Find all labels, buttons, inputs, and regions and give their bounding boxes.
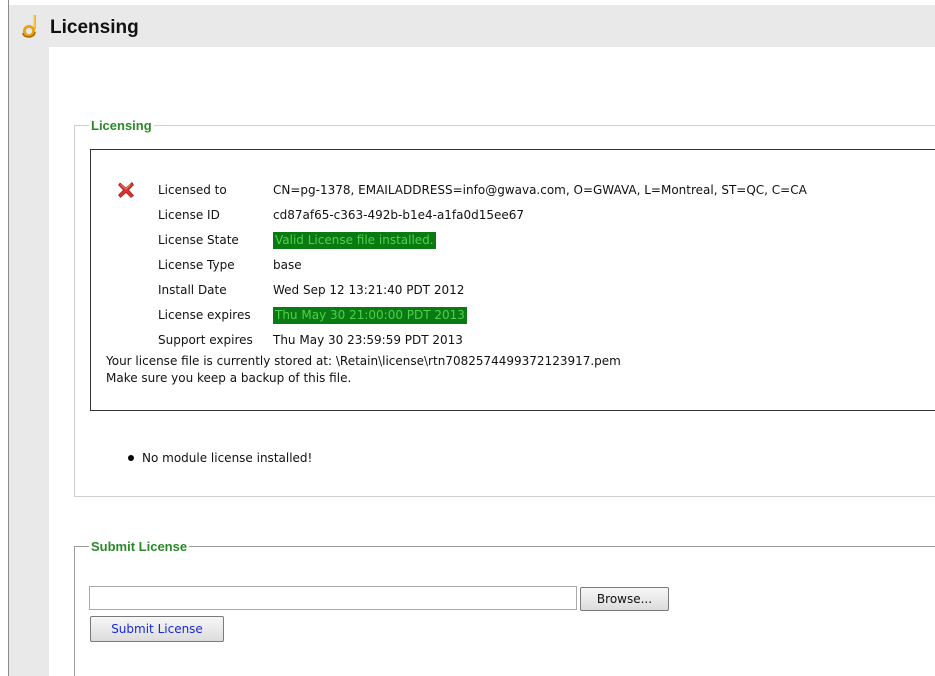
license-row-label: License ID [158,207,220,222]
red-x-icon [118,181,134,198]
browse-button[interactable]: Browse... [580,587,669,611]
licensing-legend: Licensing [91,118,152,133]
backup-reminder-text: Make sure you keep a backup of this file… [106,371,352,385]
license-row-value-cell: cd87af65-c363-492b-b1e4-a1fa0d15ee67 [273,202,807,227]
storage-path-text: Your license file is currently stored at… [106,354,621,368]
license-row-label: License expires [158,307,251,322]
license-row-value-cell: base [273,252,807,277]
license-storage-note: Your license file is currently stored at… [106,353,621,387]
license-row-value: base [273,257,302,272]
license-row: Support expires Thu May 30 23:59:59 PDT 2… [113,327,807,352]
title-bar: Licensing [9,5,935,47]
bullet-icon [128,454,134,461]
page-title: Licensing [50,17,139,38]
submit-license-legend: Submit License [91,539,188,554]
license-row-label: License Type [158,257,235,272]
license-row-value: Thu May 30 21:00:00 PDT 2013 [273,306,467,324]
license-row-label: Install Date [158,282,227,297]
license-row: License Type base [113,252,807,277]
license-row: License State Valid License file installe… [113,227,807,252]
license-row: License ID cd87af65-c363-492b-b1e4-a1fa0d… [113,202,807,227]
license-row-value-cell: Thu May 30 23:59:59 PDT 2013 [273,327,807,352]
module-license-text: No module license installed! [142,451,313,465]
status-icon-cell [113,327,158,352]
license-row-value-cell: Thu May 30 21:00:00 PDT 2013 [273,302,807,327]
license-row: Install Date Wed Sep 12 13:21:40 PDT 2012 [113,277,807,302]
submit-license-button[interactable]: Submit License [90,616,224,642]
status-icon-cell [113,252,158,277]
status-icon-cell [113,227,158,252]
license-file-input[interactable] [89,586,577,610]
status-icon-cell [113,302,158,327]
license-row: Licensed to CN=pg-1378, EMAILADDRESS=info… [113,177,807,202]
license-row-value: Wed Sep 12 13:21:40 PDT 2012 [273,282,465,297]
license-row-value: cd87af65-c363-492b-b1e4-a1fa0d15ee67 [273,207,525,222]
license-row-label: Support expires [158,332,253,347]
license-row-value-cell: CN=pg-1378, EMAILADDRESS=info@gwava.com,… [273,177,807,202]
status-icon-cell [113,177,158,202]
license-row-label: License State [158,232,239,247]
license-row-value-cell: Valid License file installed. [273,227,807,252]
status-icon-cell [113,277,158,302]
status-icon-cell [113,202,158,227]
key-icon [21,14,41,38]
license-row: License expires Thu May 30 21:00:00 PDT 2… [113,302,807,327]
license-row-value: CN=pg-1378, EMAILADDRESS=info@gwava.com,… [273,182,807,197]
license-details-table: Licensed to CN=pg-1378, EMAILADDRESS=info… [113,177,807,352]
license-details-box: Licensed to CN=pg-1378, EMAILADDRESS=info… [90,149,935,411]
license-row-label: Licensed to [158,182,227,197]
side-strip [9,47,49,676]
module-license-note: No module license installed! [128,451,312,465]
license-row-value-cell: Wed Sep 12 13:21:40 PDT 2012 [273,277,807,302]
licensing-page: Licensing Licensing Licensed to CN=pg-137… [0,0,935,676]
license-row-value: Thu May 30 23:59:59 PDT 2013 [273,332,463,347]
license-row-value: Valid License file installed. [273,231,436,249]
